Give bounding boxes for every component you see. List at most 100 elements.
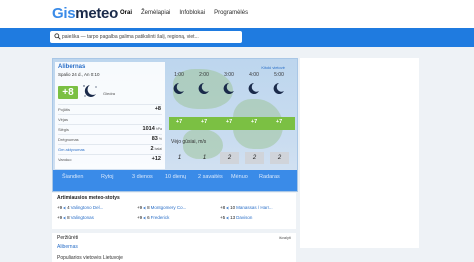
tab-tomorrow[interactable]: Rytoj — [101, 174, 114, 180]
wind-gust-label: Vėjo gūsiai, m/s — [171, 139, 207, 145]
station-distance: 13 — [230, 215, 236, 220]
station-name[interactable]: Montgomery Co... — [151, 205, 187, 210]
nav-zemelapiai[interactable]: Žemėlapiai — [141, 10, 170, 16]
station-item[interactable]: +5 13Davison — [220, 215, 252, 220]
station-distance: 10 — [230, 205, 236, 210]
search-icon — [54, 33, 61, 40]
hour-temp: +7 — [225, 119, 233, 125]
search-placeholder: paieška — tarpo pagalba galima patikslin… — [62, 34, 199, 40]
station-temp: +9 — [57, 205, 63, 210]
row-label: Vėjas — [58, 117, 69, 122]
wind-gust-value: 2 — [220, 152, 239, 164]
wind-gust-value: 2 — [270, 152, 289, 164]
tab-2-weeks[interactable]: 2 savaitės — [198, 174, 223, 180]
moon-stars-icon — [83, 85, 97, 97]
wind-gust-value: 2 — [245, 152, 264, 164]
top-nav: Orai Žemėlapiai Infoblokai Programėlės — [120, 10, 248, 16]
row-value: 2 — [150, 146, 154, 152]
search-input[interactable]: paieška — tarpo pagalba galima patikslin… — [50, 31, 242, 43]
hour-label: 2:00 — [199, 72, 209, 78]
station-item[interactable]: +9 8Montgomery Co... — [137, 205, 186, 210]
nav-orai[interactable]: Orai — [120, 10, 132, 16]
wind-gust-value: 1 — [202, 155, 207, 161]
station-temp: +5 — [220, 215, 226, 220]
other-location-link[interactable]: Kitoki vietovė — [261, 65, 285, 70]
row-label: Drėgnumas — [58, 137, 79, 142]
tab-radar[interactable]: Radaras — [259, 174, 280, 180]
station-distance: 8 — [147, 205, 150, 210]
hourly-forecast: Kitoki vietovė 1:00 2:00 3:00 4:00 5:00 … — [169, 59, 295, 169]
row-feels-like: Pojūtis +8 — [58, 104, 162, 114]
station-name[interactable]: Valingtonas — [71, 215, 94, 220]
recently-viewed: Peržiūrėti išvalyti Alibernas Populiario… — [52, 233, 296, 262]
tab-today[interactable]: Šiandien — [62, 174, 83, 180]
station-temp: +9 — [137, 205, 143, 210]
temperature-strip: +7 +7 +7 +7 +7 — [169, 117, 295, 130]
hour-label: 3:00 — [224, 72, 234, 78]
row-unit: balai — [154, 147, 162, 151]
row-label: Pojūtis — [58, 107, 71, 112]
hour-temp: +7 — [250, 119, 258, 125]
station-temp: +9 — [57, 215, 63, 220]
station-temp: +9 — [137, 215, 143, 220]
hour-label: 4:00 — [249, 72, 259, 78]
moon-icon — [198, 83, 209, 94]
forecast-tabs: Šiandien Rytoj 3 dienos 10 dienų 2 savai… — [53, 170, 297, 191]
row-value: 1014 — [142, 126, 155, 132]
current-condition: Giedra — [103, 91, 116, 96]
hour-label: 5:00 — [274, 72, 284, 78]
station-item[interactable]: +9 6Frederick — [137, 215, 169, 220]
station-name[interactable]: Davison — [236, 215, 252, 220]
row-label[interactable]: Gm aktyvumas — [58, 147, 85, 152]
moon-icon — [273, 83, 284, 94]
station-name[interactable]: Manassas / Harr... — [236, 205, 273, 210]
date-time: Spalio 24 d., An 0:10 — [58, 72, 100, 77]
row-unit: hPa — [155, 127, 162, 131]
row-value: 83 — [151, 136, 158, 142]
clear-viewed-link[interactable]: išvalyti — [279, 235, 291, 240]
logo-part-meteo: meteo — [75, 5, 118, 22]
station-name[interactable]: Valingtono Del... — [71, 205, 104, 210]
tab-10-days[interactable]: 10 dienų — [165, 174, 186, 180]
row-label: Vanduo — [58, 157, 72, 162]
nearest-stations: Artimiausios meteo-stotys +9 4Valingtono … — [52, 193, 296, 229]
nearest-stations-title: Artimiausios meteo-stotys — [57, 195, 120, 201]
hour-label: 1:00 — [174, 72, 184, 78]
row-value: +8 — [154, 106, 161, 112]
row-unit: % — [158, 137, 162, 141]
row-geomagnetic[interactable]: Gm aktyvumas 2balai — [58, 144, 162, 154]
station-distance: 6 — [147, 215, 150, 220]
gismeteo-logo[interactable]: Gismeteo — [52, 6, 118, 21]
tab-3-days[interactable]: 3 dienos — [132, 174, 153, 180]
station-temp: +8 — [220, 205, 226, 210]
nav-programeles[interactable]: Programėlės — [214, 10, 248, 16]
hour-temp: +7 — [175, 119, 183, 125]
moon-icon — [223, 83, 234, 94]
hour-temp: +7 — [275, 119, 283, 125]
station-item[interactable]: +9 4Valingtono Del... — [57, 205, 103, 210]
station-item[interactable]: +9 8Valingtonas — [57, 215, 94, 220]
viewed-title: Peržiūrėti — [57, 235, 79, 241]
wind-gust-value: 1 — [177, 155, 182, 161]
hour-temp: +7 — [200, 119, 208, 125]
station-distance: 4 — [67, 205, 70, 210]
current-temperature: +8 — [58, 86, 78, 99]
row-label: Slėgis — [58, 127, 69, 132]
row-value: +12 — [151, 156, 161, 162]
nav-infoblokai[interactable]: Infoblokai — [179, 10, 205, 16]
city-name[interactable]: Alibernas — [58, 64, 85, 70]
moon-icon — [248, 83, 259, 94]
station-item[interactable]: +8 10Manassas / Harr... — [220, 205, 273, 210]
logo-part-gis: Gis — [52, 5, 76, 22]
right-sidebar — [300, 58, 419, 248]
weather-widget: Alibernas Spalio 24 d., An 0:10 +8 Giedr… — [52, 58, 298, 192]
moon-icon — [173, 83, 184, 94]
tab-month[interactable]: Mėnuo — [231, 174, 248, 180]
row-wind: Vėjas — [58, 114, 162, 124]
row-humidity: Drėgnumas 83% — [58, 134, 162, 144]
row-pressure: Slėgis 1014hPa — [58, 124, 162, 134]
viewed-city-link[interactable]: Alibernas — [57, 244, 78, 250]
station-name[interactable]: Frederick — [151, 215, 170, 220]
popular-locations-heading: Populiarios vietovės Lietuvoje — [57, 255, 123, 261]
top-bar: Gismeteo Orai Žemėlapiai Infoblokai Prog… — [0, 0, 474, 28]
